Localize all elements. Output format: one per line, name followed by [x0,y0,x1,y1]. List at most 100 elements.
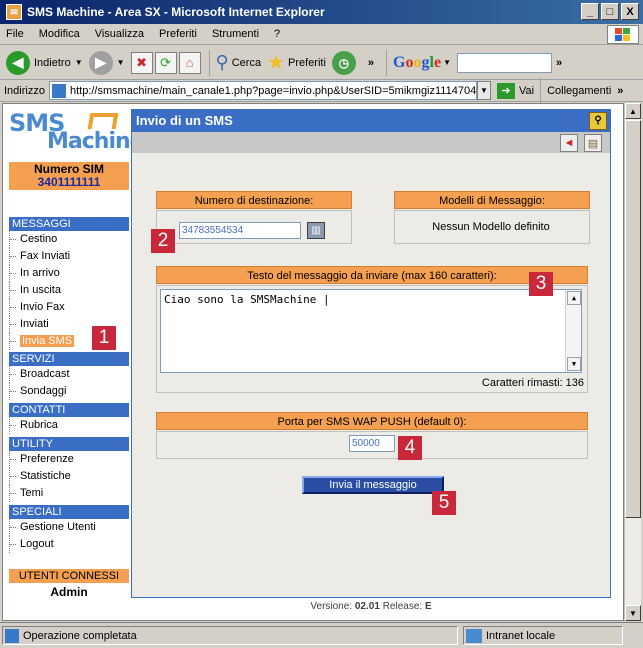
window-titlebar: ✉ SMS Machine - Area SX - Microsoft Inte… [0,0,643,24]
google-search-input[interactable] [456,52,552,73]
sim-number: 3401111111 [37,175,101,189]
refresh-icon[interactable]: ⟳ [154,51,177,74]
menu-file[interactable]: File [6,28,24,40]
page-scrollbar[interactable]: ▲ ▼ [624,103,641,621]
go-arrow-icon: ➔ [496,82,515,99]
help-icon[interactable]: ⚲ [589,112,607,130]
google-logo[interactable]: Google [393,54,441,72]
forward-button[interactable]: ▶ ▼ [88,50,125,75]
menu-bar: File Modifica Visualizza Preferiti Strum… [0,24,643,45]
marker-2: 2 [151,229,175,253]
menu-help[interactable]: ? [274,28,280,40]
menu-visualizza[interactable]: Visualizza [95,28,144,40]
home-icon[interactable]: ⌂ [178,51,201,74]
back-label: Indietro [34,56,71,69]
message-textarea[interactable]: Ciao sono la SMSMachine | ▲ ▼ [160,289,582,373]
nav-section-speciali: SPECIALI [9,505,129,519]
menu-modifica[interactable]: Modifica [39,28,80,40]
windows-logo-icon [607,25,639,44]
characters-remaining: Caratteri rimasti: 136 [481,377,584,389]
page-viewport: SMS Machine Numero SIM 3401111111 MESSAG… [2,103,624,621]
search-label: Cerca [231,56,262,69]
address-book-icon[interactable]: ▥ [307,222,325,239]
scroll-down-icon[interactable]: ▼ [567,357,581,371]
marker-1: 1 [92,326,116,350]
wap-push-port-input[interactable]: 50000 [349,435,395,452]
maximize-button[interactable]: □ [601,3,619,20]
panel-title-bar: Invio di un SMS ⚲ [132,110,610,132]
nav-item-fax-inviati[interactable]: Fax Inviati [9,248,129,265]
address-bar: Indirizzo http://smsmachine/main_canale1… [0,77,643,104]
nav-item-broadcast[interactable]: Broadcast [9,366,129,383]
status-bar: Operazione completata Intranet locale [0,622,643,648]
back-icon[interactable]: ◄ [560,134,578,152]
page-scroll-thumb[interactable] [625,120,641,518]
stop-icon[interactable]: ✖ [130,51,153,74]
address-input[interactable]: http://smsmachine/main_canale1.php?page=… [48,81,477,100]
search-icon: ⚲ [215,52,229,72]
dest-label: Numero di destinazione: [156,191,352,209]
favorites-star-icon: ★ [267,52,286,74]
marker-3: 3 [529,272,553,296]
page-scroll-up-icon[interactable]: ▲ [625,103,641,119]
app-icon: ✉ [6,4,22,20]
go-label: Vai [518,84,535,97]
search-button[interactable]: ⚲ Cerca [216,52,262,73]
minimize-button[interactable]: _ [581,3,599,20]
nav-item-in-arrivo[interactable]: In arrivo [9,265,129,282]
send-message-button[interactable]: Invia il messaggio [302,476,444,494]
nav-item-rubrica[interactable]: Rubrica [9,417,129,434]
security-zone: Intranet locale [486,629,556,642]
marker-5: 5 [432,491,456,515]
destination-number-input[interactable]: 34783554534 [179,222,301,239]
menu-preferiti[interactable]: Preferiti [159,28,197,40]
version-info: Versione: 02.01 Release: E [310,601,432,612]
print-icon[interactable]: ▤ [584,134,602,152]
panel-toolbar: ◄ ▤ [132,132,610,153]
toolbar-overflow-icon[interactable]: » [368,57,374,69]
go-button[interactable]: ➔ Vai [496,82,535,99]
scroll-up-icon[interactable]: ▲ [567,291,581,305]
textarea-scrollbar[interactable]: ▲ ▼ [565,290,581,372]
close-button[interactable]: X [621,3,639,20]
nav-item-invio-fax[interactable]: Invio Fax [9,299,129,316]
nav-item-logout[interactable]: Logout [9,536,129,553]
models-label: Modelli di Messaggio: [394,191,590,209]
nav-section-contatti: CONTATTI [9,403,129,417]
links-button[interactable]: Collegamenti [547,85,611,97]
history-icon[interactable]: ◷ [331,50,356,75]
send-sms-panel: Invio di un SMS ⚲ ◄ ▤ Numero di destinaz… [131,109,611,598]
google-overflow-icon[interactable]: » [556,57,562,69]
nav-section-utility: UTILITY [9,437,129,451]
back-arrow-icon: ◀ [6,50,30,75]
forward-dropdown-icon[interactable]: ▼ [117,58,125,67]
nav-item-gestione-utenti[interactable]: Gestione Utenti [9,519,129,536]
forward-arrow-icon: ▶ [88,50,113,75]
nav-section-messaggi: MESSAGGI [9,217,129,231]
sms-machine-logo: SMS Machine [9,109,145,154]
favorites-button[interactable]: ★ Preferiti [267,50,326,75]
address-label: Indirizzo [4,84,45,97]
links-overflow-icon[interactable]: » [617,85,623,97]
intranet-zone-icon [466,628,482,643]
port-label: Porta per SMS WAP PUSH (default 0): [156,412,588,430]
nav-item-cestino[interactable]: Cestino [9,231,129,248]
nav-item-temi[interactable]: Temi [9,485,129,502]
address-dropdown-icon[interactable]: ▼ [476,81,491,100]
nav-item-sondaggi[interactable]: Sondaggi [9,383,129,400]
google-dropdown-icon[interactable]: ▼ [443,58,451,67]
models-value: Nessun Modello definito [432,221,550,233]
window-title: SMS Machine - Area SX - Microsoft Intern… [27,5,325,19]
toolbar: ◀ Indietro ▼ ▶ ▼ ✖ ⟳ ⌂ ⚲ Cerca ★ Preferi… [0,46,643,80]
address-url: http://smsmachine/main_canale1.php?page=… [69,84,477,97]
back-button[interactable]: ◀ Indietro ▼ [6,50,83,75]
back-dropdown-icon[interactable]: ▼ [75,58,83,67]
message-text-label: Testo del messaggio da inviare (max 160 … [156,266,588,284]
nav-item-preferenze[interactable]: Preferenze [9,451,129,468]
page-scroll-down-icon[interactable]: ▼ [625,605,641,621]
nav-item-statistiche[interactable]: Statistiche [9,468,129,485]
page-icon [51,83,66,98]
message-text: Ciao sono la SMSMachine | [164,293,330,306]
nav-item-in-uscita[interactable]: In uscita [9,282,129,299]
menu-strumenti[interactable]: Strumenti [212,28,259,40]
